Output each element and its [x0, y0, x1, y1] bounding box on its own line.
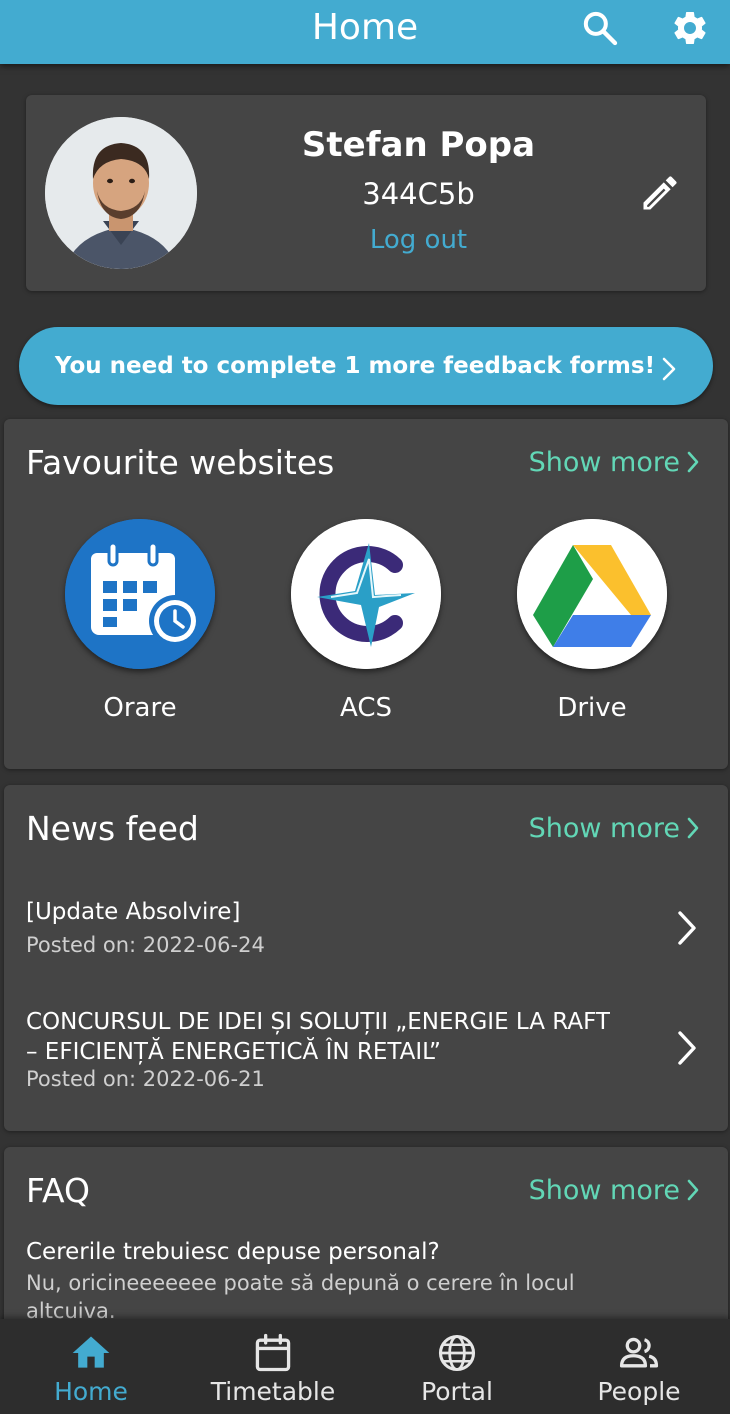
- favourite-orare[interactable]: Orare: [60, 519, 220, 729]
- nav-portal[interactable]: Portal: [366, 1319, 548, 1414]
- nav-label: People: [597, 1377, 681, 1406]
- favourite-drive[interactable]: Drive: [512, 519, 672, 729]
- app-bar: Home: [0, 0, 730, 64]
- favourite-label: Orare: [103, 693, 177, 723]
- globe-icon: [438, 1334, 476, 1372]
- favourites-show-more[interactable]: Show more: [529, 447, 700, 478]
- favourite-label: Drive: [557, 693, 627, 723]
- section-title: News feed: [26, 809, 199, 848]
- faq-show-more[interactable]: Show more: [529, 1175, 700, 1206]
- nav-label: Timetable: [210, 1377, 336, 1406]
- profile-name: Stefan Popa: [301, 125, 536, 165]
- people-icon: [619, 1337, 659, 1368]
- calendar-clock-icon: [65, 519, 215, 669]
- acs-logo-icon: [291, 519, 441, 669]
- show-more-label: Show more: [528, 813, 680, 844]
- faq-answer: Nu, oricineeeeeee poate să depună o cere…: [26, 1271, 575, 1323]
- nav-label: Home: [54, 1377, 128, 1406]
- logout-link[interactable]: Log out: [196, 225, 641, 255]
- faq-section: FAQ Show more Cererile trebuiesc depuse …: [4, 1147, 728, 1327]
- news-item[interactable]: [Update Absolvire] Posted on: 2022-06-24: [26, 897, 706, 957]
- nav-label: Portal: [421, 1377, 493, 1406]
- edit-profile-button[interactable]: [638, 171, 684, 217]
- news-item[interactable]: CONCURSUL DE IDEI ȘI SOLUȚII „ENERGIE LA…: [26, 1007, 706, 1091]
- google-drive-icon: [517, 519, 667, 669]
- section-title: Favourite websites: [26, 443, 335, 482]
- feedback-text: You need to complete 1 more feedback for…: [54, 353, 656, 379]
- faq-question[interactable]: Cererile trebuiesc depuse personal?: [26, 1239, 440, 1265]
- news-section: News feed Show more [Update Absolvire] P…: [4, 785, 728, 1131]
- settings-button[interactable]: [668, 6, 712, 50]
- favourites-section: Favourite websites Show more Orare ACS D…: [4, 419, 728, 769]
- nav-timetable[interactable]: Timetable: [182, 1319, 364, 1414]
- gear-icon: [674, 11, 706, 44]
- nav-people[interactable]: People: [548, 1319, 730, 1414]
- favourite-acs[interactable]: ACS: [286, 519, 446, 729]
- news-date: Posted on: 2022-06-21: [26, 1067, 265, 1091]
- bottom-navigation: Home Timetable Portal People: [0, 1319, 730, 1414]
- calendar-icon: [255, 1333, 291, 1372]
- favourite-label: ACS: [340, 693, 392, 723]
- chevron-right-icon: [686, 1178, 700, 1202]
- search-button[interactable]: [578, 6, 622, 50]
- nav-home[interactable]: Home: [0, 1319, 182, 1414]
- pencil-icon: [643, 176, 677, 210]
- avatar-image: [45, 117, 197, 269]
- news-date: Posted on: 2022-06-24: [26, 933, 265, 957]
- news-show-more[interactable]: Show more: [529, 813, 700, 844]
- chevron-right-icon: [686, 816, 700, 840]
- news-title: [Update Absolvire]: [26, 899, 241, 925]
- search-icon: [583, 11, 618, 46]
- profile-group: 344C5b: [362, 177, 475, 211]
- show-more-label: Show more: [528, 1175, 680, 1206]
- avatar[interactable]: [45, 117, 197, 269]
- chevron-right-icon: [676, 909, 698, 947]
- show-more-label: Show more: [528, 447, 680, 478]
- chevron-right-icon: [686, 450, 700, 474]
- home-icon: [72, 1336, 110, 1368]
- section-title: FAQ: [26, 1171, 90, 1210]
- news-title: CONCURSUL DE IDEI ȘI SOLUȚII „ENERGIE LA…: [26, 1009, 610, 1065]
- chevron-right-icon: [676, 1029, 698, 1067]
- profile-card: Stefan Popa 344C5b Log out: [26, 95, 706, 291]
- feedback-banner[interactable]: You need to complete 1 more feedback for…: [19, 327, 713, 405]
- chevron-right-icon: [661, 356, 677, 382]
